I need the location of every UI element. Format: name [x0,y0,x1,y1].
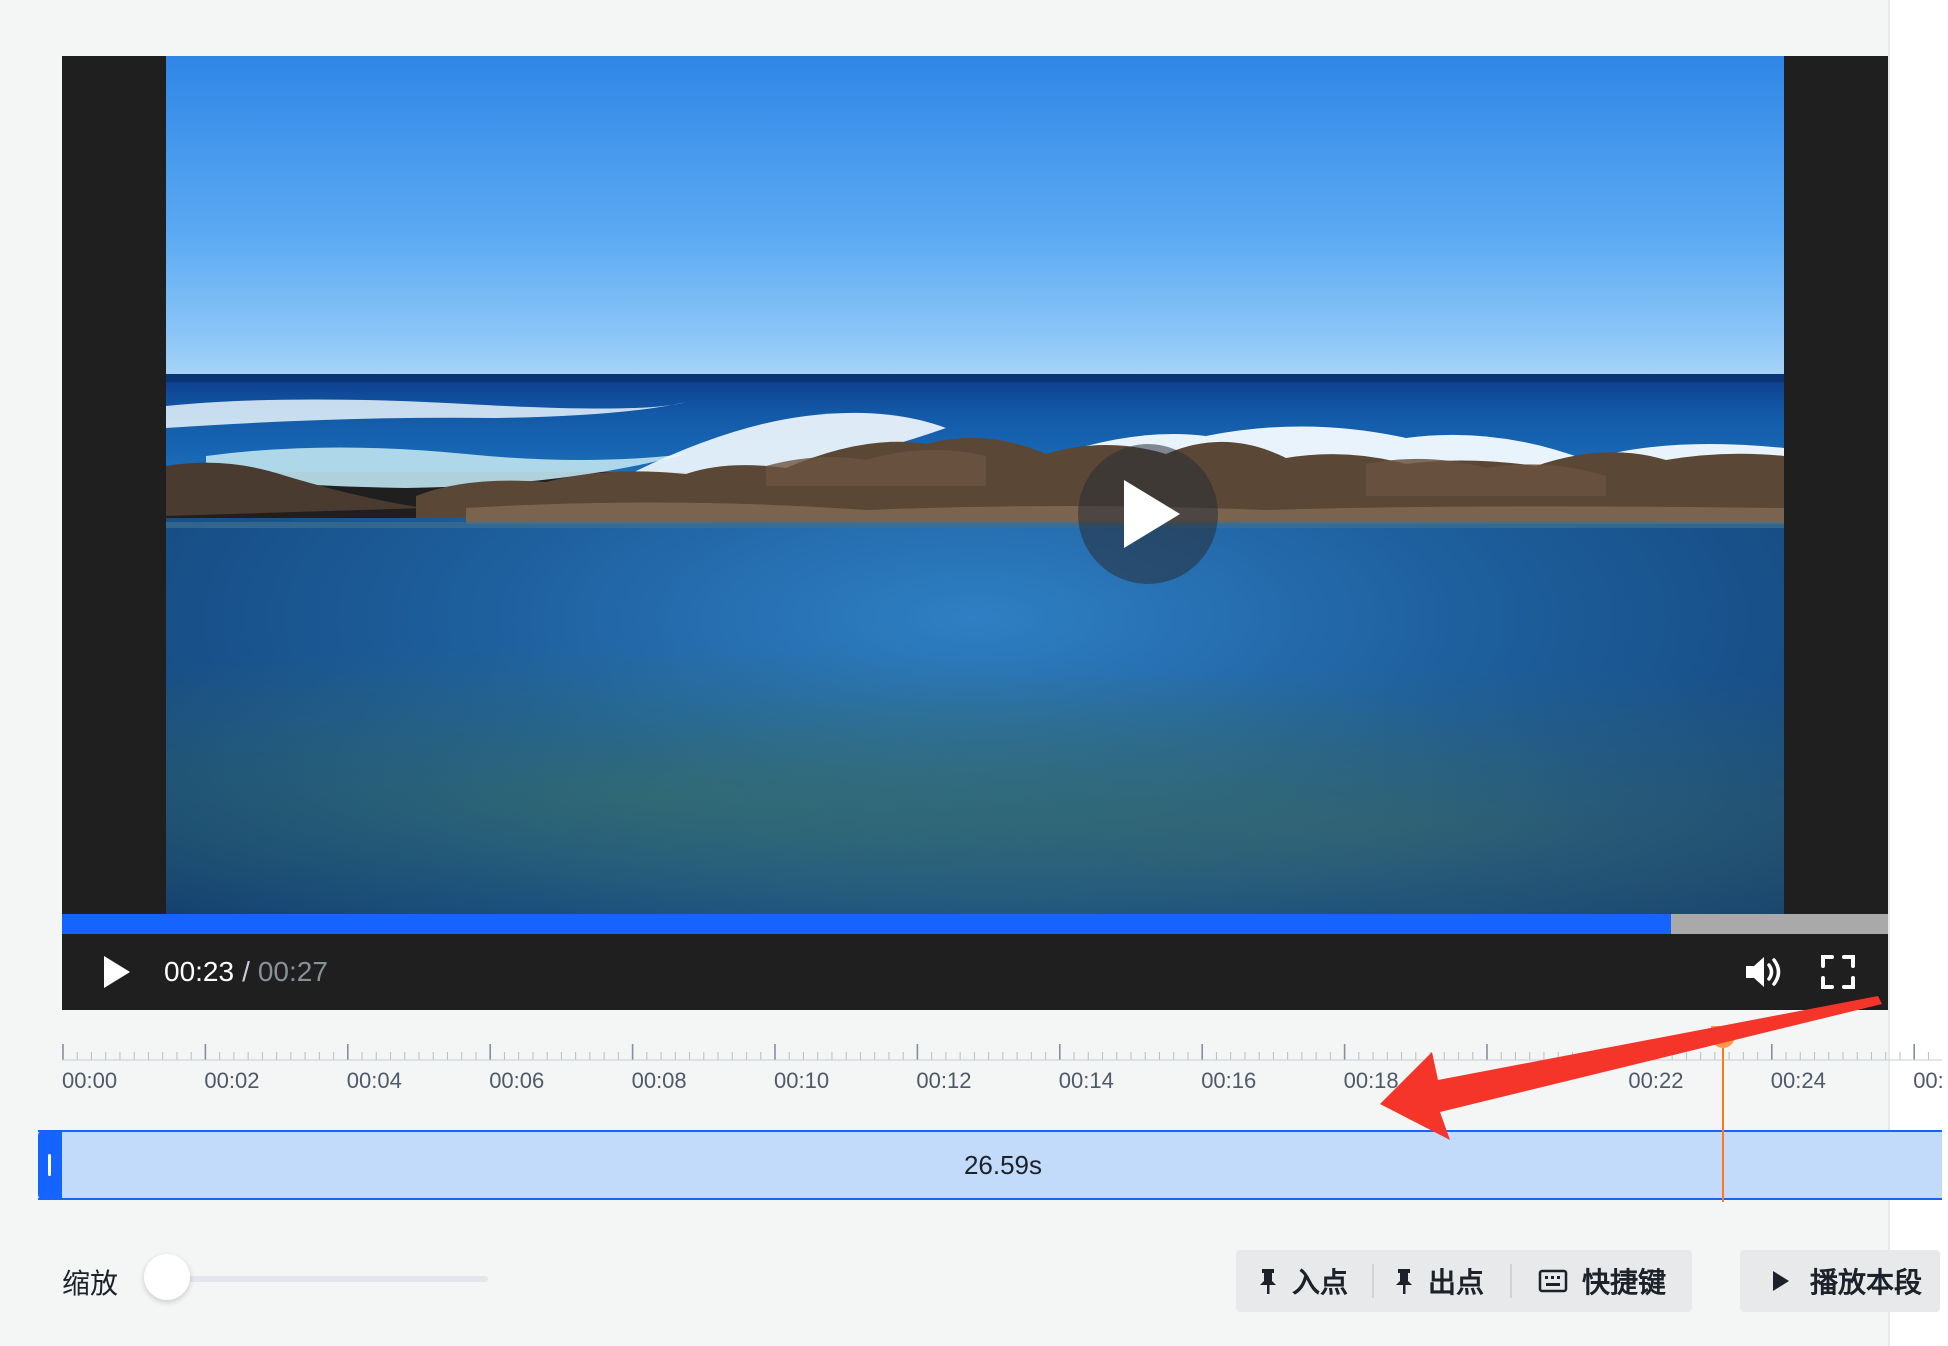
zoom-slider-thumb[interactable] [144,1254,190,1300]
segment-duration-label: 26.59s [963,1150,1043,1180]
playback-progress-bar[interactable] [62,914,1888,934]
marker-toolbar: 入点 出点 快捷键 [1236,1250,1692,1312]
keyboard-icon [1538,1269,1568,1293]
set-in-point-button[interactable]: 入点 [1258,1250,1348,1312]
play-button[interactable] [98,954,134,990]
zoom-slider-track[interactable] [168,1276,488,1282]
duration-time: 00:27 [257,956,328,987]
play-segment-button[interactable]: 播放本段 [1740,1250,1940,1312]
time-separator: / [242,956,250,987]
ruler-tick-label: 00:18 [1343,1068,1399,1093]
shortcuts-button[interactable]: 快捷键 [1538,1250,1666,1312]
ruler-tick-label: 00:14 [1058,1068,1114,1093]
zoom-label: 缩放 [62,1268,119,1299]
ruler-tick-label: 00:20 [1486,1068,1542,1093]
volume-button[interactable] [1742,952,1786,992]
ruler-tick-label: 00:24 [1770,1068,1826,1093]
video-frame[interactable] [166,56,1784,914]
video-player: 00:23/00:27 [62,56,1888,1010]
pin-icon [1396,1269,1412,1294]
ruler-tick-label: 00: [1913,1068,1944,1093]
play-segment-label: 播放本段 [1810,1267,1923,1298]
ruler-tick-label: 00:12 [916,1068,972,1093]
play-icon [104,956,130,988]
ruler-tick-label: 00:06 [489,1068,545,1093]
time-display: 00:23/00:27 [164,956,328,988]
in-point-label: 入点 [1292,1267,1349,1298]
big-play-button[interactable] [1078,444,1218,584]
pin-icon [1260,1269,1276,1294]
toolbar-divider [1372,1264,1374,1298]
video-scene [166,374,1784,528]
fullscreen-icon [1821,955,1855,989]
toolbar-divider [1510,1264,1512,1298]
clip-segment[interactable]: 26.59s [38,1130,1942,1200]
play-icon [1773,1271,1789,1291]
ruler-tick-label: 00:04 [346,1068,402,1093]
fullscreen-button[interactable] [1818,952,1858,992]
ruler-tick-label: 00:00 [62,1068,118,1093]
ruler-tick-label: 00:02 [204,1068,260,1093]
play-icon [1124,480,1180,548]
shortcuts-label: 快捷键 [1582,1267,1667,1298]
volume-icon [1746,957,1781,987]
ruler-tick-label: 00:08 [631,1068,687,1093]
out-point-label: 出点 [1428,1267,1485,1298]
playhead[interactable] [1722,1040,1724,1202]
timeline-ruler[interactable]: 00:00 00:02 00:04 00:06 00:08 00:10 00:12 00:14… [62,1040,1944,1100]
set-out-point-button[interactable]: 出点 [1394,1250,1484,1312]
progress-fill [62,914,1671,934]
ruler-ticks [62,1044,1942,1061]
ruler-tick-label: 00:10 [774,1068,830,1093]
player-controls: 00:23/00:27 [62,934,1888,1010]
current-time: 00:23 [164,956,235,987]
ruler-tick-label: 00:22 [1628,1068,1684,1093]
ruler-tick-label: 00:16 [1201,1068,1257,1093]
